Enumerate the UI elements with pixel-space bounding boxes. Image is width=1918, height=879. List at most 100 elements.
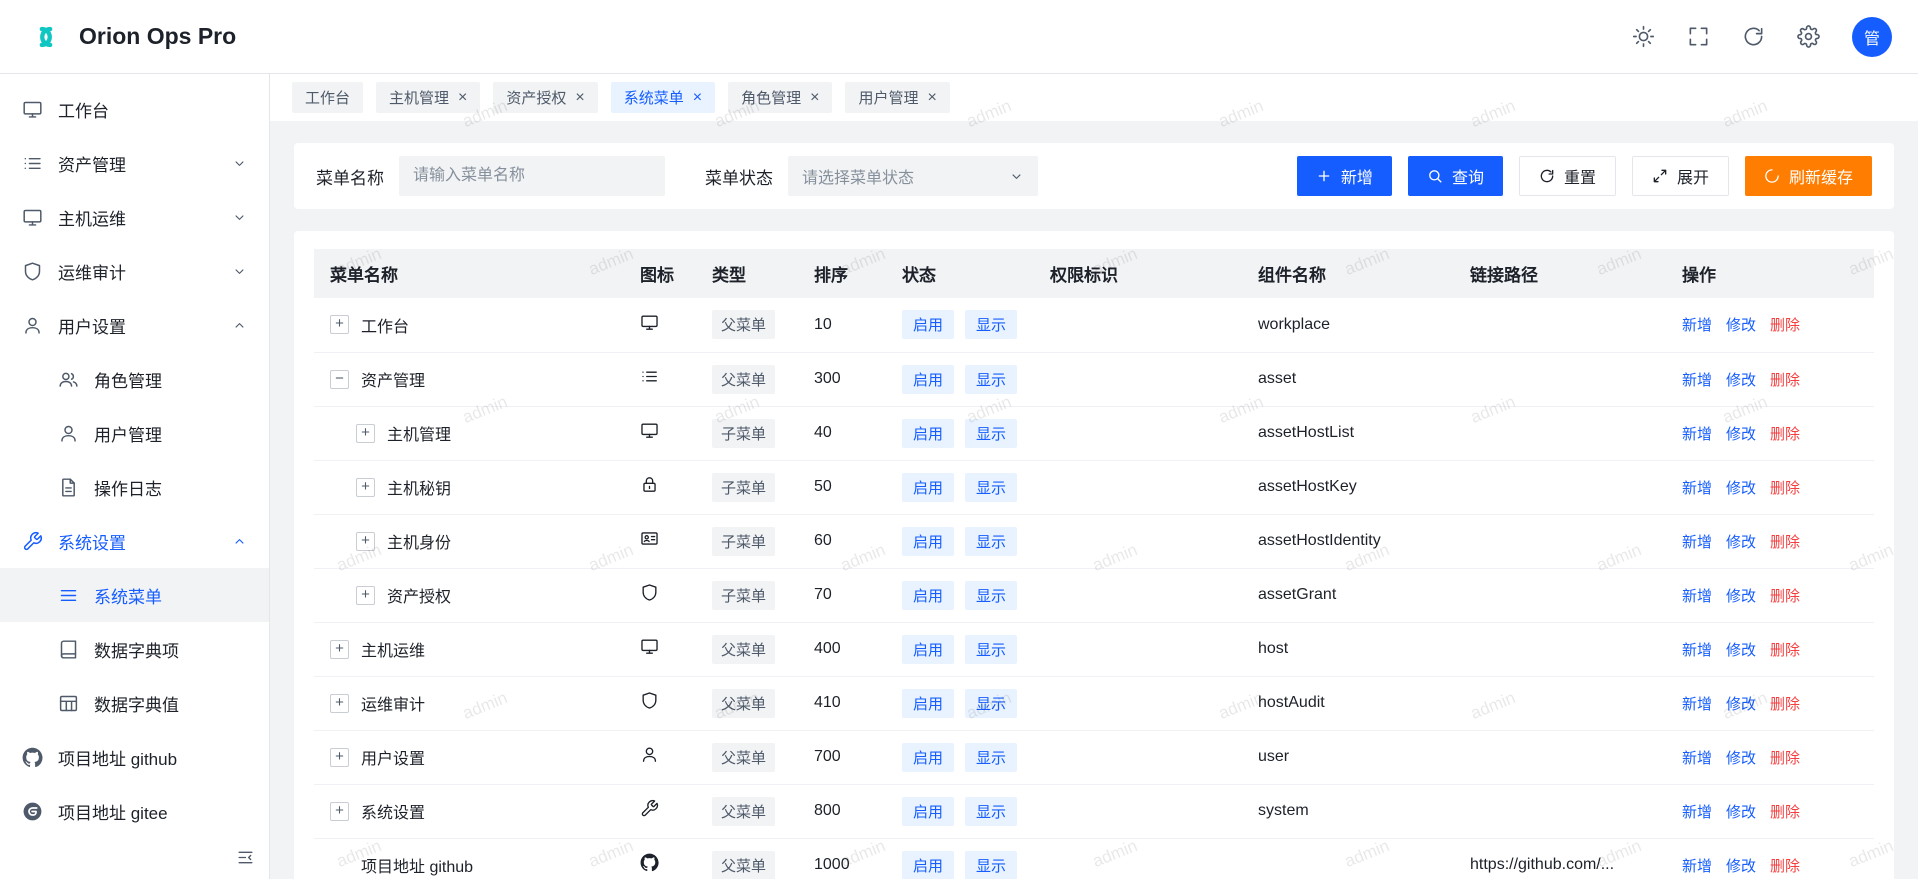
row-add-link[interactable]: 新增 xyxy=(1682,858,1712,875)
close-icon[interactable]: × xyxy=(810,90,819,106)
tab-2[interactable]: 资产授权× xyxy=(493,82,597,113)
row-edit-link[interactable]: 修改 xyxy=(1726,858,1756,875)
tab-0[interactable]: 工作台 xyxy=(292,82,363,113)
menu-status-select[interactable]: 请选择菜单状态 xyxy=(788,156,1038,196)
expand-row-button[interactable]: + xyxy=(330,640,349,659)
sidebar-item-project-github[interactable]: 项目地址 github xyxy=(0,730,269,784)
add-button[interactable]: 新增 xyxy=(1297,156,1392,196)
expand-row-button[interactable]: + xyxy=(330,315,349,334)
expand-row-button[interactable]: + xyxy=(330,802,349,821)
row-edit-link[interactable]: 修改 xyxy=(1726,750,1756,767)
search-button[interactable]: 查询 xyxy=(1408,156,1503,196)
row-delete-link[interactable]: 删除 xyxy=(1770,588,1800,605)
menu-icon xyxy=(58,585,79,606)
main-content: 菜单名称 菜单状态 请选择菜单状态 新增 查询 重置 xyxy=(270,121,1918,879)
row-delete-link[interactable]: 删除 xyxy=(1770,642,1800,659)
row-delete-link[interactable]: 删除 xyxy=(1770,534,1800,551)
tab-1[interactable]: 主机管理× xyxy=(376,82,480,113)
refresh-cache-button[interactable]: 刷新缓存 xyxy=(1745,156,1872,196)
avatar[interactable]: 管 xyxy=(1852,17,1892,57)
row-edit-link[interactable]: 修改 xyxy=(1726,372,1756,389)
expand-row-button[interactable]: + xyxy=(356,532,375,551)
chevron-up-icon xyxy=(232,534,247,549)
sidebar-subitem-operation-log[interactable]: 操作日志 xyxy=(0,460,269,514)
filter-buttons: 新增 查询 重置 展开 刷新缓存 xyxy=(1297,156,1872,196)
menu-name-text: 资产授权 xyxy=(387,583,451,607)
close-icon[interactable]: × xyxy=(458,90,467,106)
row-add-link[interactable]: 新增 xyxy=(1682,534,1712,551)
menu-order: 300 xyxy=(814,370,841,387)
close-icon[interactable]: × xyxy=(575,90,584,106)
sidebar-item-ops-audit[interactable]: 运维审计 xyxy=(0,244,269,298)
close-icon[interactable]: × xyxy=(927,90,936,106)
row-add-link[interactable]: 新增 xyxy=(1682,696,1712,713)
row-delete-link[interactable]: 删除 xyxy=(1770,426,1800,443)
row-add-link[interactable]: 新增 xyxy=(1682,317,1712,334)
row-edit-link[interactable]: 修改 xyxy=(1726,317,1756,334)
tab-4[interactable]: 角色管理× xyxy=(728,82,832,113)
sidebar-item-asset-management[interactable]: 资产管理 xyxy=(0,136,269,190)
row-delete-link[interactable]: 删除 xyxy=(1770,804,1800,821)
row-delete-link[interactable]: 删除 xyxy=(1770,317,1800,334)
row-edit-link[interactable]: 修改 xyxy=(1726,426,1756,443)
row-delete-link[interactable]: 删除 xyxy=(1770,750,1800,767)
row-edit-link[interactable]: 修改 xyxy=(1726,534,1756,551)
sidebar-subitem-label: 数据字典项 xyxy=(94,637,179,662)
search-button-label: 查询 xyxy=(1452,164,1484,188)
header-actions: 管 xyxy=(1632,17,1892,57)
sidebar-subitem-role-management[interactable]: 角色管理 xyxy=(0,352,269,406)
sidebar-item-workbench[interactable]: 工作台 xyxy=(0,82,269,136)
expand-row-button[interactable]: + xyxy=(356,424,375,443)
row-add-link[interactable]: 新增 xyxy=(1682,750,1712,767)
fullscreen-icon[interactable] xyxy=(1687,25,1710,48)
sidebar-subitem-user-management[interactable]: 用户管理 xyxy=(0,406,269,460)
sidebar-item-label: 运维审计 xyxy=(58,259,126,284)
visible-badge: 显示 xyxy=(965,365,1017,394)
row-edit-link[interactable]: 修改 xyxy=(1726,480,1756,497)
refresh-icon[interactable] xyxy=(1742,25,1765,48)
row-add-link[interactable]: 新增 xyxy=(1682,642,1712,659)
menu-name-input[interactable] xyxy=(399,156,665,196)
sidebar-item-user-settings[interactable]: 用户设置 xyxy=(0,298,269,352)
expand-row-button[interactable]: + xyxy=(330,694,349,713)
settings-icon[interactable] xyxy=(1797,25,1820,48)
tab-3[interactable]: 系统菜单× xyxy=(611,82,715,113)
expand-row-button[interactable]: + xyxy=(330,748,349,767)
row-add-link[interactable]: 新增 xyxy=(1682,372,1712,389)
close-icon[interactable]: × xyxy=(693,90,702,106)
row-edit-link[interactable]: 修改 xyxy=(1726,588,1756,605)
collapse-sidebar-icon[interactable] xyxy=(236,848,255,867)
sidebar-subitem-dict-keys[interactable]: 数据字典项 xyxy=(0,622,269,676)
tab-5[interactable]: 用户管理× xyxy=(845,82,949,113)
expand-row-button[interactable]: + xyxy=(356,478,375,497)
app-logo[interactable]: Orion Ops Pro xyxy=(26,17,236,57)
collapse-row-button[interactable]: − xyxy=(330,370,349,389)
status-badge: 启用 xyxy=(902,365,954,394)
github-icon xyxy=(22,747,43,768)
row-edit-link[interactable]: 修改 xyxy=(1726,642,1756,659)
row-delete-link[interactable]: 删除 xyxy=(1770,480,1800,497)
sidebar-subitem-dict-values[interactable]: 数据字典值 xyxy=(0,676,269,730)
component-name: assetGrant xyxy=(1258,586,1336,603)
row-add-link[interactable]: 新增 xyxy=(1682,588,1712,605)
row-edit-link[interactable]: 修改 xyxy=(1726,804,1756,821)
tab-bar: 工作台主机管理× 资产授权× 系统菜单× 角色管理× 用户管理× xyxy=(270,74,1918,121)
chevron-down-icon xyxy=(232,264,247,279)
sidebar-item-project-gitee[interactable]: 项目地址 gitee xyxy=(0,784,269,838)
sidebar-item-system-settings[interactable]: 系统设置 xyxy=(0,514,269,568)
sidebar-item-host-ops[interactable]: 主机运维 xyxy=(0,190,269,244)
row-add-link[interactable]: 新增 xyxy=(1682,426,1712,443)
logo-icon xyxy=(26,17,66,57)
theme-icon[interactable] xyxy=(1632,25,1655,48)
row-add-link[interactable]: 新增 xyxy=(1682,480,1712,497)
expand-button[interactable]: 展开 xyxy=(1632,156,1729,196)
row-add-link[interactable]: 新增 xyxy=(1682,804,1712,821)
sidebar-subitem-system-menu[interactable]: 系统菜单 xyxy=(0,568,269,622)
row-edit-link[interactable]: 修改 xyxy=(1726,696,1756,713)
row-delete-link[interactable]: 删除 xyxy=(1770,858,1800,875)
expand-row-button[interactable]: + xyxy=(356,586,375,605)
row-delete-link[interactable]: 删除 xyxy=(1770,696,1800,713)
reset-button[interactable]: 重置 xyxy=(1519,156,1616,196)
visible-badge: 显示 xyxy=(965,635,1017,664)
row-delete-link[interactable]: 删除 xyxy=(1770,372,1800,389)
